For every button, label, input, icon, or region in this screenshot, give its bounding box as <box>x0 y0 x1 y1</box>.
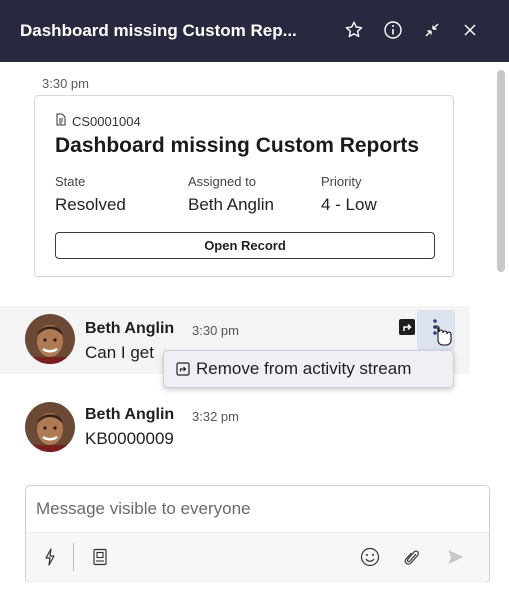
avatar <box>25 314 75 364</box>
record-card: CS0001004 Dashboard missing Custom Repor… <box>34 95 454 277</box>
record-number: CS0001004 <box>72 113 141 129</box>
attach-icon[interactable] <box>401 546 423 568</box>
open-record-button[interactable]: Open Record <box>55 232 435 259</box>
composer-toolbar <box>26 532 489 583</box>
remove-from-stream-item[interactable]: Remove from activity stream <box>196 359 411 379</box>
send-icon[interactable] <box>445 546 467 568</box>
more-actions-button[interactable] <box>417 310 455 350</box>
share-icon[interactable] <box>398 318 416 336</box>
message-input[interactable]: Message visible to everyone <box>36 499 251 519</box>
record-number-row: CS0001004 <box>55 113 141 129</box>
document-icon <box>55 113 67 129</box>
close-icon[interactable] <box>458 18 482 42</box>
chat-header: Dashboard missing Custom Rep... <box>0 0 509 62</box>
conversation-title: Dashboard missing Custom Rep... <box>20 21 297 40</box>
activity-stream[interactable]: 3:30 pm CS0001004 Dashboard missing Cust… <box>0 62 495 460</box>
message-author: Beth Anglin <box>85 406 175 423</box>
info-icon[interactable] <box>381 18 405 42</box>
message-time: 3:30 pm <box>192 323 239 338</box>
priority-value: 4 - Low <box>321 195 377 214</box>
knowledge-icon[interactable] <box>90 547 110 567</box>
message-author: Beth Anglin <box>85 320 175 337</box>
minimize-icon[interactable] <box>420 18 444 42</box>
avatar <box>25 402 75 452</box>
assigned-to-value: Beth Anglin <box>188 195 275 214</box>
card-timestamp: 3:30 pm <box>42 76 89 91</box>
message-text: Can I get <box>85 343 154 362</box>
context-menu: Remove from activity stream <box>163 350 454 388</box>
assigned-to-label: Assigned to <box>188 174 256 189</box>
scrollbar-thumb[interactable] <box>497 70 505 272</box>
priority-label: Priority <box>321 174 362 189</box>
quick-action-icon[interactable] <box>40 547 60 567</box>
toolbar-divider <box>73 543 74 571</box>
emoji-icon[interactable] <box>359 546 381 568</box>
remove-icon <box>176 362 190 376</box>
message-text: KB0000009 <box>85 429 174 448</box>
state-value: Resolved <box>55 195 126 214</box>
state-label: State <box>55 174 86 189</box>
record-title: Dashboard missing Custom Reports <box>55 134 420 157</box>
message-composer: Message visible to everyone <box>25 485 490 583</box>
star-icon[interactable] <box>342 18 366 42</box>
message-time: 3:32 pm <box>192 409 239 424</box>
